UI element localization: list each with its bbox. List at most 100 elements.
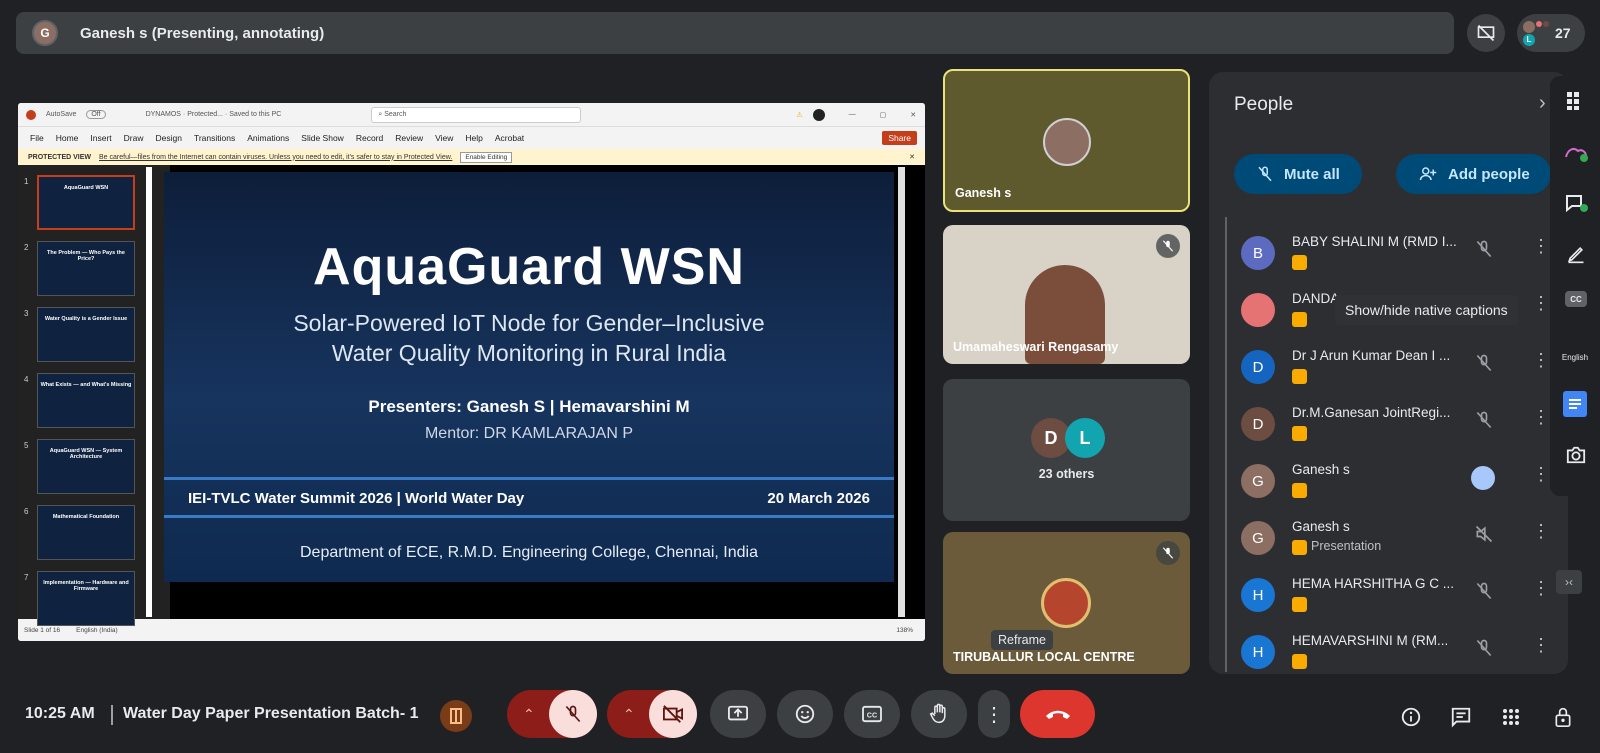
share-button[interactable]: Share <box>882 131 917 145</box>
slide-thumbnail[interactable]: AquaGuard WSN <box>37 175 135 230</box>
hide-self-view-button[interactable] <box>1467 14 1505 52</box>
captions-button[interactable]: CC <box>844 690 900 738</box>
mic-off-icon[interactable] <box>1474 410 1494 435</box>
menu-slideshow[interactable]: Slide Show <box>301 133 344 143</box>
reactions-button[interactable] <box>777 690 833 738</box>
cc-icon[interactable]: CC <box>1565 291 1587 307</box>
participant-row[interactable]: G Ganesh s ⋮ <box>1209 452 1568 508</box>
mic-off-icon[interactable] <box>1474 638 1494 663</box>
participant-tile[interactable]: Reframe TIRUBALLUR LOCAL CENTRE <box>943 532 1190 674</box>
mic-toggle-button[interactable] <box>549 690 597 738</box>
more-options-icon[interactable]: ⋮ <box>1532 579 1550 597</box>
more-options-icon[interactable]: ⋮ <box>1532 294 1550 312</box>
presenter-label: Ganesh s (Presenting, annotating) <box>80 24 325 42</box>
leave-call-button[interactable] <box>1020 690 1095 738</box>
slide-thumbnail[interactable]: AquaGuard WSN — System Architecture <box>37 439 135 494</box>
slide-thumbnail[interactable]: Mathematical Foundation <box>37 505 135 560</box>
host-lock-button[interactable] <box>1546 700 1580 734</box>
menu-help[interactable]: Help <box>465 133 482 143</box>
participant-tile[interactable]: Ganesh s <box>943 69 1190 212</box>
participant-subtitle: Presentation <box>1311 539 1382 553</box>
menu-home[interactable]: Home <box>56 133 79 143</box>
host-controls-icon[interactable] <box>440 700 472 732</box>
mic-off-icon[interactable] <box>1474 353 1494 378</box>
mic-off-icon[interactable] <box>1474 239 1494 264</box>
more-options-button[interactable]: ⋮ <box>978 690 1010 738</box>
more-options-icon[interactable]: ⋮ <box>1532 351 1550 369</box>
more-options-icon[interactable]: ⋮ <box>1532 465 1550 483</box>
menu-animations[interactable]: Animations <box>247 133 289 143</box>
apps-grid-icon[interactable] <box>1563 88 1589 114</box>
activities-button[interactable] <box>1494 700 1528 734</box>
video-options-chevron-icon[interactable]: ⌃ <box>623 706 635 723</box>
autosave-toggle[interactable]: Off <box>86 110 106 119</box>
avatar: G <box>1241 464 1275 498</box>
menu-draw[interactable]: Draw <box>124 133 144 143</box>
present-screen-icon <box>728 705 748 721</box>
participants-count-button[interactable]: L 27 <box>1517 14 1585 52</box>
menu-transitions[interactable]: Transitions <box>194 133 235 143</box>
more-options-icon[interactable]: ⋮ <box>1532 636 1550 654</box>
menu-review[interactable]: Review <box>395 133 423 143</box>
add-people-button[interactable]: Add people <box>1396 154 1551 194</box>
document-title: DYNAMOS · Protected... · Saved to this P… <box>145 111 282 118</box>
volume-off-icon[interactable] <box>1474 524 1494 549</box>
docs-icon[interactable] <box>1563 391 1587 417</box>
menu-acrobat[interactable]: Acrobat <box>495 133 524 143</box>
powerpoint-titlebar: AutoSave Off DYNAMOS · Protected... · Sa… <box>18 103 925 127</box>
annotate-pen-icon[interactable] <box>1563 241 1589 267</box>
others-tile[interactable]: D L 23 others <box>943 379 1190 521</box>
participant-row[interactable]: B BABY SHALINI M (RMD I... ⋮ <box>1209 224 1568 280</box>
participant-row[interactable]: D Dr J Arun Kumar Dean I ... ⋮ <box>1209 338 1568 394</box>
zoom-level[interactable]: 138% <box>896 627 913 634</box>
raise-hand-button[interactable] <box>911 690 967 738</box>
reframe-tooltip[interactable]: Reframe <box>991 630 1053 650</box>
close-warning-icon[interactable]: ✕ <box>909 153 915 161</box>
maximize-icon[interactable]: ▢ <box>880 111 887 119</box>
menu-file[interactable]: File <box>30 133 44 143</box>
slide-thumbnail[interactable]: The Problem — Who Pays the Price? <box>37 241 135 296</box>
close-icon[interactable]: ✕ <box>910 111 916 119</box>
more-options-icon[interactable]: ⋮ <box>1532 522 1550 540</box>
minimize-icon[interactable]: — <box>849 111 856 118</box>
participant-tile[interactable]: Umamaheswari Rengasamy <box>943 225 1190 364</box>
slide-thumbnail[interactable]: Water Quality is a Gender Issue <box>37 307 135 362</box>
thumbnail-scrollbar[interactable] <box>146 167 152 617</box>
effects-icon[interactable] <box>1563 139 1589 165</box>
language-label[interactable]: English <box>1555 344 1595 370</box>
protected-view-bar: PROTECTED VIEW Be careful—files from the… <box>18 149 925 165</box>
more-options-icon[interactable]: ⋮ <box>1532 237 1550 255</box>
mute-all-button[interactable]: Mute all <box>1234 154 1362 194</box>
audio-options-chevron-icon[interactable]: ⌃ <box>523 706 535 723</box>
participant-row[interactable]: H HEMA HARSHITHA G C ... ⋮ <box>1209 566 1568 622</box>
slide-date: 20 March 2026 <box>767 490 870 507</box>
present-button[interactable] <box>710 690 766 738</box>
camera-toggle-button[interactable] <box>649 690 697 738</box>
menu-record[interactable]: Record <box>356 133 383 143</box>
slide-thumbnail[interactable]: What Exists — and What's Missing <box>37 373 135 428</box>
chat-ai-icon[interactable] <box>1563 190 1589 216</box>
camera-icon[interactable] <box>1563 442 1589 468</box>
collapse-sidebar-icon[interactable]: ›‹ <box>1556 570 1582 594</box>
avatar: D <box>1241 350 1275 384</box>
slide-thumbnail[interactable]: Implementation — Hardware and Firmware <box>37 571 135 626</box>
enable-editing-button[interactable]: Enable Editing <box>460 151 513 163</box>
meeting-info-button[interactable] <box>1394 700 1428 734</box>
chat-button[interactable] <box>1444 700 1478 734</box>
more-options-icon[interactable]: ⋮ <box>1532 408 1550 426</box>
mic-off-icon[interactable] <box>1474 581 1494 606</box>
slide-thumbnails: 1 AquaGuard WSN 2 The Problem — Who Pays… <box>18 165 170 626</box>
participant-row[interactable]: D Dr.M.Ganesan JointRegi... ⋮ <box>1209 395 1568 451</box>
participant-row[interactable]: G Ganesh s Presentation ⋮ <box>1209 509 1568 565</box>
slide-scrollbar[interactable] <box>898 167 905 617</box>
menu-design[interactable]: Design <box>156 133 182 143</box>
editor-area: 1 AquaGuard WSN 2 The Problem — Who Pays… <box>18 165 925 626</box>
menu-insert[interactable]: Insert <box>90 133 111 143</box>
search-box[interactable]: ⌕ Search <box>371 106 582 123</box>
hand-icon <box>929 703 946 724</box>
close-panel-icon[interactable]: › <box>1539 92 1546 115</box>
account-avatar[interactable] <box>812 108 825 121</box>
menu-view[interactable]: View <box>435 133 453 143</box>
participant-row[interactable]: H HEMAVARSHINI M (RM... ⋮ <box>1209 623 1568 674</box>
host-badge-icon <box>1292 369 1307 384</box>
